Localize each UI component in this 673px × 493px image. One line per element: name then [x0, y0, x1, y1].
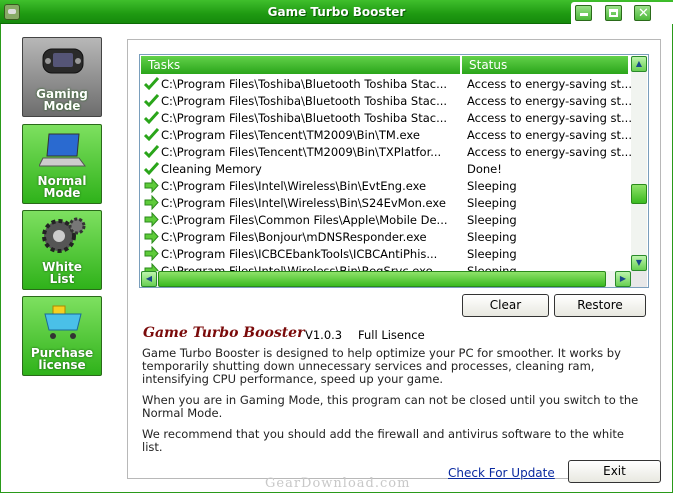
table-row[interactable]: C:\Program Files\Intel\Wireless\Bin\EvtE… — [141, 177, 629, 194]
column-header-tasks[interactable]: Tasks — [141, 56, 461, 74]
checkmark-icon — [144, 127, 159, 142]
task-cell: C:\Program Files\Toshiba\Bluetooth Toshi… — [161, 77, 448, 91]
status-cell: Access to energy-saving st... — [467, 145, 631, 159]
normal-mode-label: Normal Mode — [23, 175, 101, 199]
gaming-mode-button[interactable]: Gaming Mode — [22, 37, 102, 117]
license-label: Full Lisence — [358, 328, 425, 342]
status-cell: Done! — [467, 162, 502, 176]
version-label: V1.0.3 — [305, 328, 343, 342]
task-cell: C:\Program Files\Intel\Wireless\Bin\EvtE… — [161, 179, 427, 193]
vertical-scrollbar[interactable]: ▲ ▼ — [631, 56, 647, 271]
status-cell: Access to energy-saving st... — [467, 128, 631, 142]
label-line: Mode — [43, 99, 81, 113]
clear-button[interactable]: Clear — [462, 294, 549, 317]
arrow-right-icon — [144, 195, 159, 210]
restore-button[interactable]: Restore — [554, 294, 646, 317]
title-bar[interactable]: Game Turbo Booster ✕ — [0, 0, 673, 24]
status-cell: Access to energy-saving st... — [467, 77, 631, 91]
checkmark-icon — [144, 144, 159, 159]
scroll-down-button[interactable]: ▼ — [631, 255, 647, 271]
table-row[interactable]: C:\Program Files\Tencent\TM2009\Bin\TXPl… — [141, 143, 631, 160]
column-header-status[interactable]: Status — [462, 56, 629, 74]
label-line: license — [38, 358, 86, 372]
maximize-icon — [609, 9, 618, 17]
table-row[interactable]: C:\Program Files\Toshiba\Bluetooth Toshi… — [141, 92, 631, 109]
scroll-left-button[interactable]: ◀ — [141, 271, 157, 287]
white-list-label: White List — [23, 261, 101, 285]
table-row[interactable]: Cleaning Memory Done! — [141, 160, 629, 177]
table-row[interactable]: C:\Program Files\ICBCEbankTools\ICBCAnti… — [141, 245, 629, 262]
arrow-right-icon — [144, 229, 159, 244]
task-cell: C:\Program Files\Tencent\TM2009\Bin\TM.e… — [161, 128, 420, 142]
status-cell: Sleeping — [467, 179, 517, 193]
task-cell: C:\Program Files\ICBCEbankTools\ICBCAnti… — [161, 247, 438, 261]
arrow-right-icon — [144, 246, 159, 261]
watermark: GearDownload.com — [265, 476, 411, 491]
status-cell: Sleeping — [467, 247, 517, 261]
horizontal-scrollbar[interactable]: ◀ ▶ — [141, 271, 631, 287]
exit-button[interactable]: Exit — [568, 460, 661, 483]
app-name-heading: Game Turbo Booster — [143, 325, 305, 341]
label-line: Mode — [43, 186, 81, 200]
checkmark-icon — [144, 76, 159, 91]
check-update-link[interactable]: Check For Update — [448, 466, 555, 480]
table-row[interactable]: C:\Program Files\Bonjour\mDNSResponder.e… — [141, 228, 629, 245]
gaming-mode-label: Gaming Mode — [23, 88, 101, 112]
arrow-right-icon — [144, 178, 159, 193]
minimize-button[interactable] — [575, 5, 592, 21]
normal-mode-button[interactable]: Normal Mode — [22, 124, 102, 204]
arrow-right-icon — [144, 212, 159, 227]
task-cell: C:\Program Files\Bonjour\mDNSResponder.e… — [161, 230, 427, 244]
table-row[interactable]: C:\Program Files\Toshiba\Bluetooth Toshi… — [141, 109, 631, 126]
task-cell: C:\Program Files\Toshiba\Bluetooth Toshi… — [161, 94, 448, 108]
scroll-up-button[interactable]: ▲ — [631, 56, 647, 72]
gear-icon — [42, 217, 86, 253]
task-cell: Cleaning Memory — [161, 162, 262, 176]
checkmark-icon — [144, 110, 159, 125]
table-row[interactable]: C:\Program Files\Common Files\Apple\Mobi… — [141, 211, 629, 228]
status-cell: Access to energy-saving st... — [467, 94, 631, 108]
status-cell: Sleeping — [467, 196, 517, 210]
window-controls: ✕ — [571, 2, 673, 24]
status-cell: Sleeping — [467, 213, 517, 227]
white-list-button[interactable]: White List — [22, 210, 102, 290]
close-icon: ✕ — [638, 6, 649, 21]
purchase-license-label: Purchase license — [23, 347, 101, 371]
table-row[interactable]: C:\Program Files\Intel\Wireless\Bin\S24E… — [141, 194, 629, 211]
label-line: List — [49, 272, 75, 286]
table-row[interactable]: C:\Program Files\Tencent\TM2009\Bin\TM.e… — [141, 126, 631, 143]
recommendation-note: We recommend that you should add the fir… — [142, 427, 624, 454]
vertical-scroll-thumb[interactable] — [631, 184, 647, 204]
checkmark-icon — [144, 161, 159, 176]
horizontal-scroll-thumb[interactable] — [158, 271, 606, 287]
purchase-license-button[interactable]: Purchase license — [22, 296, 102, 376]
gamepad-icon — [42, 48, 84, 74]
cart-icon — [44, 305, 82, 339]
task-cell: C:\Program Files\Intel\Wireless\Bin\S24E… — [161, 196, 446, 210]
status-cell: Access to energy-saving st... — [467, 111, 631, 125]
status-cell: Sleeping — [467, 230, 517, 244]
gaming-mode-note: When you are in Gaming Mode, this progra… — [142, 393, 639, 420]
task-cell: C:\Program Files\Common Files\Apple\Mobi… — [161, 213, 448, 227]
scroll-right-button[interactable]: ▶ — [615, 271, 631, 287]
close-button[interactable]: ✕ — [634, 5, 651, 21]
checkmark-icon — [144, 93, 159, 108]
minimize-icon — [580, 13, 588, 16]
description-paragraph: Game Turbo Booster is designed to help o… — [142, 346, 621, 386]
laptop-icon — [39, 133, 86, 167]
scroll-corner — [631, 271, 647, 287]
task-cell: C:\Program Files\Tencent\TM2009\Bin\TXPl… — [161, 145, 442, 159]
table-row[interactable]: C:\Program Files\Toshiba\Bluetooth Toshi… — [141, 75, 631, 92]
maximize-button[interactable] — [605, 5, 622, 21]
task-list[interactable]: Tasks Status C:\Program Files\Toshiba\Bl… — [139, 54, 649, 288]
task-cell: C:\Program Files\Toshiba\Bluetooth Toshi… — [161, 111, 448, 125]
task-rows: C:\Program Files\Toshiba\Bluetooth Toshi… — [141, 75, 631, 279]
